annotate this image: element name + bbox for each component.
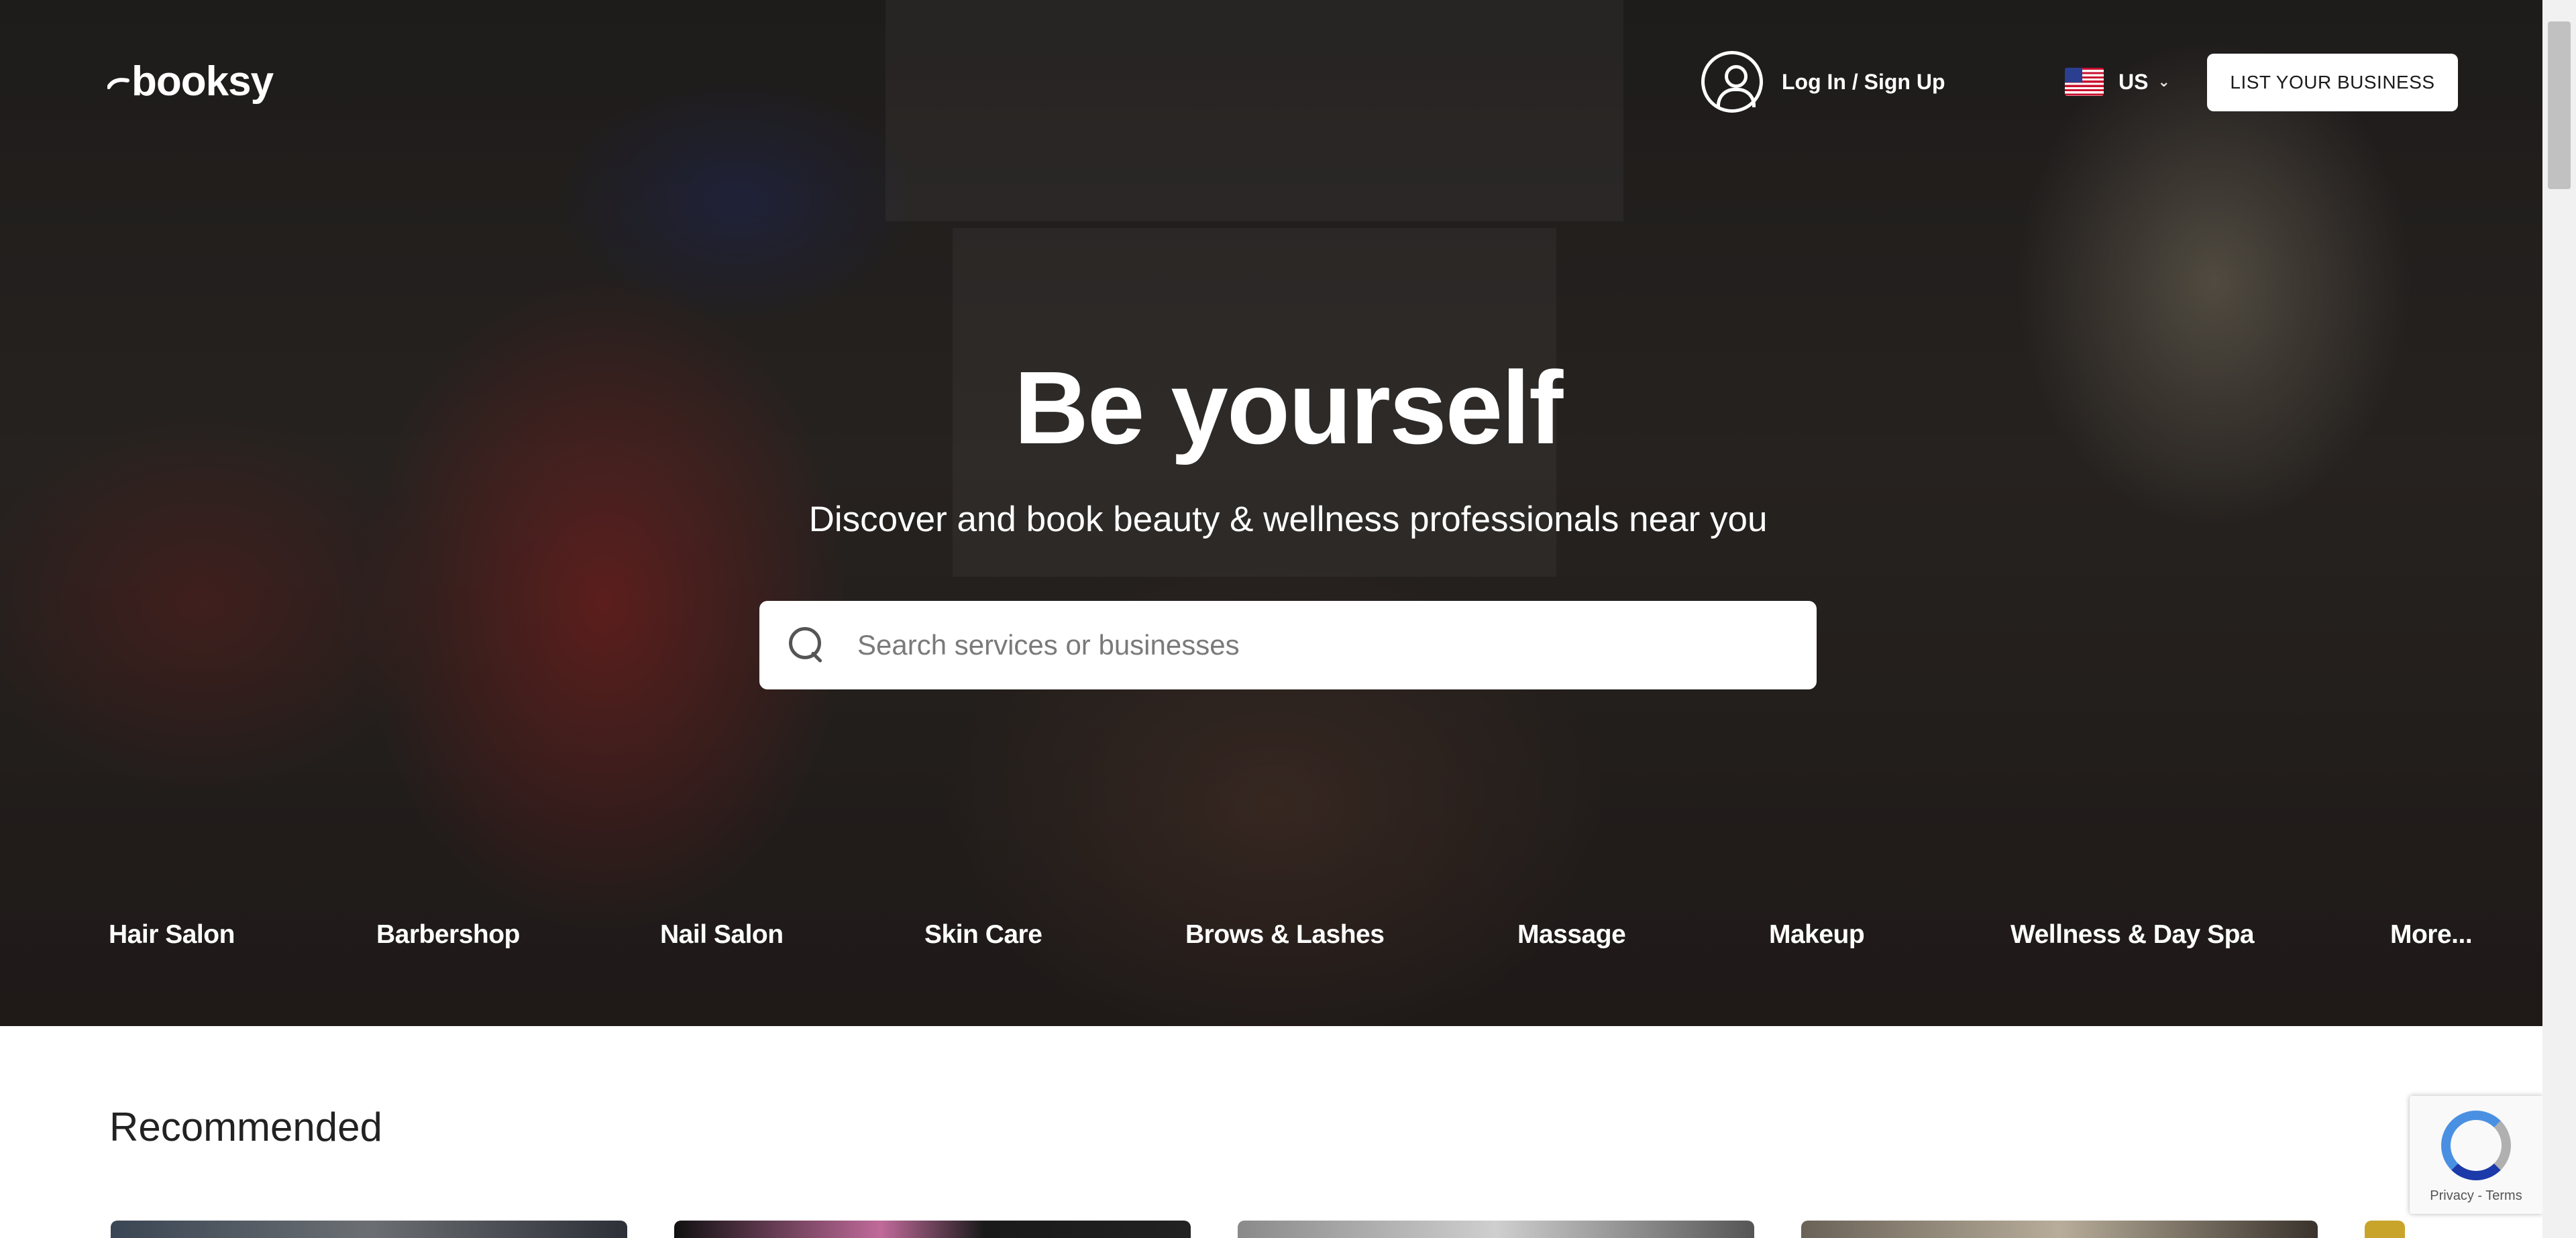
hero-banner: booksy Log In / Sign Up US ⌄ LIST YOUR B…: [0, 0, 2542, 1026]
locale-label: US: [2118, 69, 2149, 94]
user-icon: [1701, 51, 1763, 113]
booksy-logo[interactable]: booksy: [107, 58, 274, 105]
category-wellness-day-spa[interactable]: Wellness & Day Spa: [2010, 920, 2255, 950]
category-skin-care[interactable]: Skin Care: [924, 920, 1042, 950]
category-nav: Hair Salon Barbershop Nail Salon Skin Ca…: [0, 920, 2542, 955]
hero-headline: Be yourself: [1014, 350, 1564, 465]
recaptcha-icon: [2441, 1111, 2511, 1180]
recommended-card[interactable]: [1801, 1221, 2318, 1238]
locale-selector[interactable]: US ⌄: [2065, 66, 2170, 98]
chevron-down-icon: ⌄: [2157, 73, 2170, 90]
booksy-home-page: booksy Log In / Sign Up US ⌄ LIST YOUR B…: [0, 0, 2576, 1238]
category-hair-salon[interactable]: Hair Salon: [109, 920, 235, 950]
recommended-card[interactable]: [111, 1221, 627, 1238]
scrollbar-thumb[interactable]: [2548, 21, 2571, 189]
search-bar[interactable]: [759, 601, 1817, 689]
hero-subline: Discover and book beauty & wellness prof…: [808, 500, 1768, 539]
logo-text: booksy: [131, 58, 274, 105]
recommended-card[interactable]: [2365, 1221, 2405, 1238]
category-nail-salon[interactable]: Nail Salon: [660, 920, 784, 950]
category-massage[interactable]: Massage: [1517, 920, 1626, 950]
category-more[interactable]: More...: [2390, 920, 2473, 950]
search-input[interactable]: [857, 629, 1729, 661]
logo-swoosh-icon: [107, 78, 129, 89]
search-icon: [788, 626, 826, 665]
recommended-heading: Recommended: [109, 1105, 382, 1149]
category-barbershop[interactable]: Barbershop: [376, 920, 520, 950]
login-label: Log In / Sign Up: [1782, 69, 1945, 94]
category-makeup[interactable]: Makeup: [1769, 920, 1865, 950]
recommended-card[interactable]: [674, 1221, 1191, 1238]
recaptcha-links[interactable]: Privacy - Terms: [2430, 1188, 2522, 1204]
list-your-business-button[interactable]: LIST YOUR BUSINESS: [2207, 54, 2458, 111]
recommended-card[interactable]: [1238, 1221, 1754, 1238]
page-scrollbar[interactable]: [2542, 0, 2576, 1238]
login-signup-link[interactable]: Log In / Sign Up: [1701, 51, 1945, 113]
category-brows-lashes[interactable]: Brows & Lashes: [1185, 920, 1385, 950]
us-flag-icon: [2065, 68, 2104, 96]
recaptcha-badge[interactable]: Privacy - Terms: [2410, 1096, 2542, 1214]
